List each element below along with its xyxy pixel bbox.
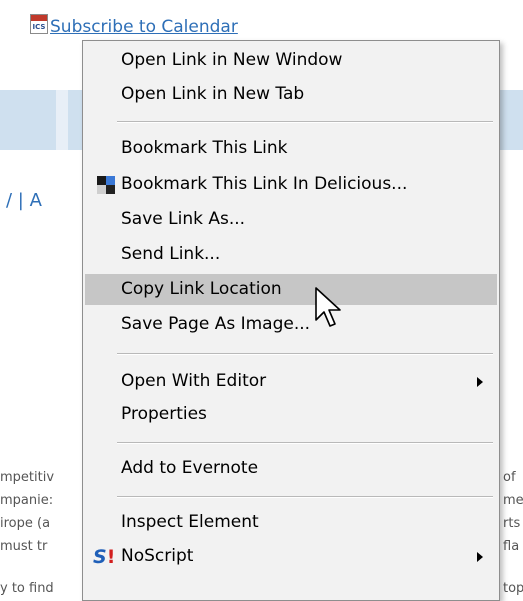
menu-separator [117,496,493,498]
menu-item-label: Bookmark This Link [121,138,288,158]
menu-separator [117,121,493,123]
noscript-icon-letter: S [93,546,107,568]
menu-item-open-with-editor[interactable]: Open With Editor [85,366,497,397]
mouse-pointer-icon [315,287,341,327]
menu-item-send-link[interactable]: Send Link... [85,239,497,270]
menu-item-open-link-new-window[interactable]: Open Link in New Window [85,45,497,76]
body-text-fragment: irope (a [0,516,51,531]
menu-item-properties[interactable]: Properties [85,399,497,430]
menu-item-save-link-as[interactable]: Save Link As... [85,204,497,235]
submenu-arrow-icon [477,377,483,387]
menu-item-inspect-element[interactable]: Inspect Element [85,507,497,538]
submenu-arrow-icon [477,552,483,562]
nav-fragment[interactable]: / | A [6,190,42,211]
noscript-icon-mark: ! [106,546,116,568]
body-text-fragment: fla [503,539,520,554]
menu-item-label: Bookmark This Link In Delicious... [121,174,408,194]
menu-item-add-to-evernote[interactable]: Add to Evernote [85,453,497,484]
body-text-fragment: me [503,493,523,508]
menu-separator [117,353,493,355]
calendar-ics-icon[interactable]: ICS [30,14,48,34]
menu-item-copy-link-location[interactable]: Copy Link Location [85,274,497,305]
menu-item-label: Open Link in New Tab [121,84,305,104]
calendar-icon-label: ICS [32,23,46,31]
menu-item-save-page-as-image[interactable]: Save Page As Image... [85,309,497,340]
menu-item-label: Open Link in New Window [121,50,343,70]
body-text-fragment: must tr [0,539,48,554]
menu-separator [117,442,493,444]
body-text-fragment: y to find [0,581,54,596]
subscribe-to-calendar-link[interactable]: Subscribe to Calendar [50,17,238,37]
menu-item-bookmark-link[interactable]: Bookmark This Link [85,133,497,164]
menu-item-label: Add to Evernote [121,458,259,478]
body-text-fragment: of [503,470,516,485]
noscript-icon: S! [93,546,117,568]
banner-divider [56,90,68,150]
body-text-fragment: mpanie: [0,493,54,508]
menu-item-label: Copy Link Location [121,279,282,299]
menu-item-label: Properties [121,404,207,424]
menu-item-bookmark-delicious[interactable]: Bookmark This Link In Delicious... [85,169,497,200]
context-menu: Open Link in New Window Open Link in New… [82,40,500,601]
menu-item-label: Save Link As... [121,209,246,229]
menu-item-noscript[interactable]: S! NoScript [85,541,497,572]
menu-item-label: NoScript [121,546,194,566]
body-text-fragment: top [503,581,523,596]
menu-item-label: Send Link... [121,244,221,264]
menu-item-open-link-new-tab[interactable]: Open Link in New Tab [85,79,497,110]
delicious-icon [97,176,115,194]
menu-item-label: Save Page As Image... [121,314,311,334]
menu-item-label: Inspect Element [121,512,259,532]
body-text-fragment: rts [503,516,521,531]
body-text-fragment: mpetitiv [0,470,55,485]
menu-item-label: Open With Editor [121,371,267,391]
